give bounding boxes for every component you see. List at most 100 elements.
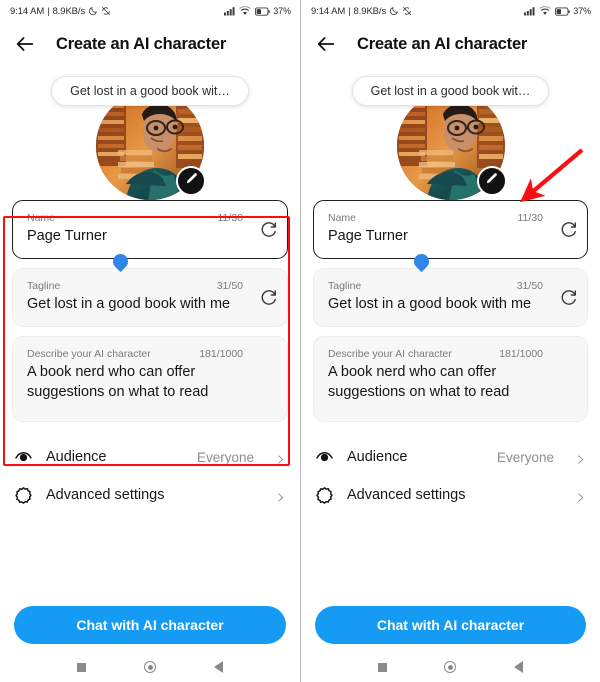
field-description-value[interactable]: A book nerd who can offer suggestions on… [27, 362, 245, 402]
field-description-counter: 181/1000 [199, 348, 243, 360]
battery-level-label: 37% [273, 6, 291, 16]
field-description-header: Describe your AI character 181/1000 [328, 348, 545, 360]
field-name-counter: 11/30 [217, 212, 244, 224]
field-description-label: Describe your AI character [27, 348, 151, 360]
circle-home-icon[interactable] [444, 661, 457, 673]
row-audience-label: Audience [46, 449, 107, 465]
gear-settings-icon [14, 486, 33, 505]
row-advanced-settings-label: Advanced settings [347, 487, 466, 503]
field-name-value[interactable]: Page Turner [27, 226, 245, 246]
chevron-right-icon[interactable] [575, 452, 586, 464]
screenshot-stage: 9:14 AM | 8.9KB/s 37% Create an AI chara… [0, 0, 600, 682]
row-audience-value: Everyone [496, 449, 554, 465]
avatar-wrapper [396, 92, 507, 200]
field-description[interactable]: Describe your AI character 181/1000 A bo… [313, 336, 588, 422]
triangle-back-icon[interactable] [214, 661, 223, 673]
field-description-header: Describe your AI character 181/1000 [27, 348, 245, 360]
status-time: 9:14 AM [311, 5, 346, 17]
pencil-icon [484, 171, 499, 191]
row-audience-value: Everyone [196, 449, 254, 465]
field-description[interactable]: Describe your AI character 181/1000 A bo… [12, 336, 288, 422]
wifi-icon [239, 6, 251, 16]
back-arrow-icon[interactable] [315, 33, 337, 55]
status-bar-right: 37% [523, 6, 591, 16]
app-bar: Create an AI character [301, 22, 600, 66]
field-name[interactable]: Name 11/30 Page Turner [12, 200, 288, 273]
field-tagline[interactable]: Tagline 31/50 Get lost in a good book wi… [313, 268, 588, 327]
row-advanced-settings[interactable]: Advanced settings [14, 476, 286, 514]
field-name[interactable]: Name 11/30 Page Turner [313, 200, 588, 273]
avatar-edit-button[interactable] [176, 166, 206, 196]
field-tagline-header: Tagline 31/50 [27, 280, 245, 292]
battery-level-label: 37% [573, 6, 591, 16]
avatar-edit-button[interactable] [476, 166, 507, 196]
row-audience[interactable]: Audience Everyone [315, 438, 586, 476]
chat-with-ai-character-button[interactable]: Chat with AI character [14, 606, 286, 644]
sync-disabled-icon [101, 6, 111, 16]
chevron-right-icon[interactable] [275, 452, 286, 464]
field-description-label: Describe your AI character [328, 348, 452, 360]
field-tagline-label: Tagline [328, 280, 362, 292]
triangle-back-icon[interactable] [514, 661, 524, 673]
wifi-icon [539, 6, 551, 16]
eye-audience-icon [315, 448, 334, 467]
signal-bars-icon [523, 6, 536, 16]
status-bar-left: 9:14 AM | 8.9KB/s [311, 6, 412, 17]
status-separator: | [348, 5, 351, 17]
field-tagline-label: Tagline [27, 280, 61, 292]
tagline-bubble: Get lost in a good book wit… [51, 76, 249, 106]
settings-rows: Audience Everyone Advanced settings [301, 438, 600, 514]
square-recents-icon[interactable] [377, 662, 387, 672]
field-description-value[interactable]: A book nerd who can offer suggestions on… [328, 362, 545, 402]
field-tagline-value[interactable]: Get lost in a good book with me [27, 294, 245, 314]
field-name-refresh-icon[interactable] [559, 220, 578, 239]
cta-container: Chat with AI character [0, 606, 300, 644]
gear-settings-icon [315, 486, 334, 505]
field-description-counter: 181/1000 [499, 348, 543, 360]
character-hero: Get lost in a good book wit… [301, 66, 600, 200]
field-tagline-header: Tagline 31/50 [328, 280, 545, 292]
page-title: Create an AI character [56, 34, 227, 53]
sync-disabled-icon [402, 6, 412, 16]
app-bar: Create an AI character [0, 22, 300, 66]
status-network-speed: 8.9KB/s [353, 5, 387, 17]
status-bar-left: 9:14 AM | 8.9KB/s [10, 6, 111, 17]
circle-home-icon[interactable] [144, 661, 156, 673]
field-tagline[interactable]: Tagline 31/50 Get lost in a good book wi… [12, 268, 288, 327]
field-name-value[interactable]: Page Turner [328, 226, 545, 246]
chevron-right-icon[interactable] [275, 490, 286, 502]
eye-audience-icon [14, 448, 33, 467]
avatar-wrapper [96, 92, 206, 200]
field-tagline-counter: 31/50 [516, 280, 543, 292]
status-network-speed: 8.9KB/s [52, 5, 86, 17]
field-tagline-refresh-icon[interactable] [559, 288, 578, 307]
character-form: Name 11/30 Page Turner Tagline 31/50 Get… [301, 196, 600, 422]
square-recents-icon[interactable] [77, 662, 86, 672]
chat-with-ai-character-button[interactable]: Chat with AI character [315, 606, 586, 644]
chevron-right-icon[interactable] [575, 490, 586, 502]
crescent-moon-icon [88, 6, 98, 16]
row-audience[interactable]: Audience Everyone [14, 438, 286, 476]
character-form: Name 11/30 Page Turner Tagline 31/50 Get… [0, 196, 300, 422]
crescent-moon-icon [389, 6, 399, 16]
status-time: 9:14 AM [10, 5, 45, 17]
field-name-label: Name [27, 212, 56, 224]
phone-screen-left: 9:14 AM | 8.9KB/s 37% Create an AI chara… [0, 0, 300, 682]
status-bar: 9:14 AM | 8.9KB/s 37% [301, 0, 600, 22]
back-arrow-icon[interactable] [14, 33, 36, 55]
field-name-header: Name 11/30 [328, 212, 545, 224]
battery-icon [254, 6, 270, 16]
field-tagline-refresh-icon[interactable] [259, 288, 278, 307]
android-nav-bar [301, 652, 600, 682]
field-name-counter: 11/30 [517, 212, 544, 224]
battery-icon [554, 6, 570, 16]
signal-bars-icon [223, 6, 236, 16]
status-separator: | [47, 5, 50, 17]
phone-screen-right: 9:14 AM | 8.9KB/s 37% Create an AI chara… [300, 0, 600, 682]
row-advanced-settings-label: Advanced settings [46, 487, 165, 503]
field-tagline-value[interactable]: Get lost in a good book with me [328, 294, 545, 314]
field-name-refresh-icon[interactable] [259, 220, 278, 239]
android-nav-bar [0, 652, 300, 682]
row-advanced-settings[interactable]: Advanced settings [315, 476, 586, 514]
settings-rows: Audience Everyone Advanced settings [0, 438, 300, 514]
